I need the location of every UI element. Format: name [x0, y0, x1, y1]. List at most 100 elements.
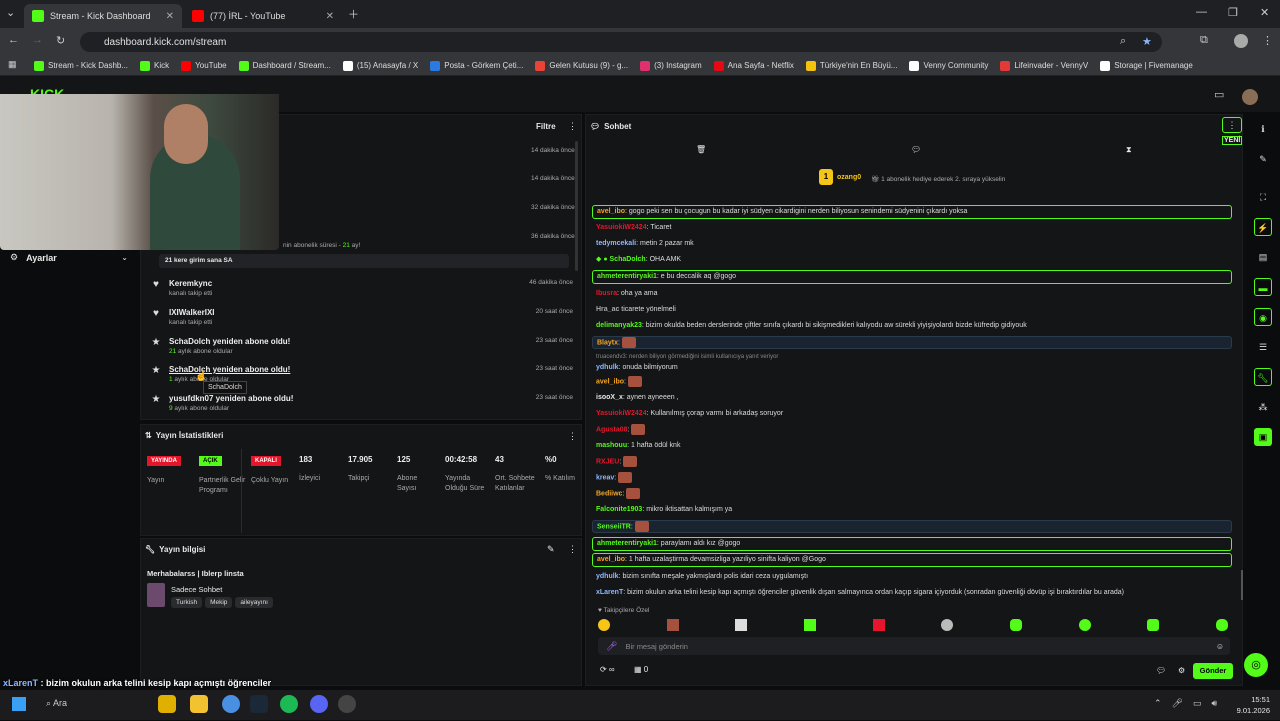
browser-menu-icon[interactable]: ⋮ [1262, 34, 1273, 47]
bookmark-item[interactable]: (15) Anasayfa / X [342, 60, 418, 71]
mic-icon[interactable]: 🎤︎ [606, 641, 617, 652]
emote-icon[interactable] [941, 619, 954, 631]
reload-icon[interactable]: ↻ [56, 34, 65, 47]
forward-icon[interactable]: → [32, 34, 43, 46]
document-icon[interactable]: ▤ [1254, 248, 1272, 266]
gear-icon[interactable]: ⚙ [1178, 666, 1185, 675]
chat-username[interactable]: Blaytx [597, 339, 618, 346]
bookmark-item[interactable]: (3) Instagram [640, 60, 702, 71]
chat-username[interactable]: ydhulk [596, 364, 619, 371]
tab-kick-dashboard[interactable]: Stream - Kick Dashboard ✕ [24, 4, 182, 28]
chat-username[interactable]: RXJEU [596, 458, 619, 465]
emoji-icon[interactable]: ☺ [1216, 642, 1224, 651]
crop-icon[interactable]: ⛶ [1254, 188, 1272, 206]
user-avatar[interactable] [1242, 89, 1258, 105]
emote-icon[interactable] [666, 619, 679, 631]
chrome-icon[interactable] [222, 695, 240, 713]
emote-icon[interactable] [803, 619, 816, 631]
settings-nav-item[interactable]: ⚙ Ayarlar ⌄ [10, 252, 128, 263]
chat-username[interactable]: Ibusra [596, 290, 617, 297]
tray-icons[interactable]: ⌃🎤︎▭🔊︎ [1154, 698, 1227, 709]
file-explorer-icon[interactable] [190, 695, 208, 713]
profile-avatar[interactable] [1234, 34, 1248, 48]
bookmark-star-icon[interactable]: ★ [1142, 35, 1152, 48]
emote-icon[interactable] [735, 619, 748, 631]
chat-username[interactable]: YasuiokiW2424 [596, 410, 647, 417]
extensions-icon[interactable]: ⧉ [1200, 34, 1208, 47]
bookmark-item[interactable]: Lifeinvader - VennyV [1000, 60, 1088, 71]
chat-username[interactable]: kreav [596, 474, 614, 481]
edit-pencil-icon[interactable]: ✎ [547, 544, 555, 555]
chat-icon[interactable]: ▬ [1254, 278, 1272, 296]
emote-icon[interactable] [1078, 619, 1091, 631]
obs-icon[interactable] [338, 695, 356, 713]
tag[interactable]: aileyayını [235, 597, 273, 608]
windows-start-icon[interactable] [12, 697, 26, 711]
bookmark-item[interactable]: Posta - Görkem Çeti... [430, 60, 523, 71]
window-close-icon[interactable]: ✕ [1260, 6, 1269, 19]
apps-grid-icon[interactable]: ▦ [8, 59, 17, 70]
chat-username[interactable]: isooX_x [596, 394, 623, 401]
bookmark-item[interactable]: Dashboard / Stream... [238, 60, 331, 71]
chat-username[interactable]: Agusta08 [596, 426, 628, 433]
scrollbar[interactable] [575, 141, 578, 271]
minimize-icon[interactable]: — [1196, 6, 1207, 18]
chat-input[interactable]: 🎤︎ Bir mesaj gönderin ☺ [598, 637, 1230, 655]
broadcast-icon[interactable]: ◉ [1254, 308, 1272, 326]
taskbar-search[interactable]: ⌕ Ara [46, 698, 67, 709]
tab-search-icon[interactable]: ⌄ [6, 6, 15, 19]
chat-username[interactable]: SenseiiTR [597, 523, 631, 530]
chat-username[interactable]: delimanyak23 [596, 322, 642, 329]
chat-username[interactable]: avel_ibo [597, 208, 625, 215]
chat-username[interactable]: SchaDolch [610, 256, 646, 263]
chat-username[interactable]: avel_ibo [597, 556, 625, 563]
nodes-icon[interactable]: ⁂ [1254, 398, 1272, 416]
close-tab-icon[interactable]: ✕ [166, 11, 174, 22]
chat-username[interactable]: Bediiwc [596, 490, 622, 497]
activity-menu-icon[interactable]: ⋮ [568, 121, 577, 132]
maximize-icon[interactable]: ❐ [1228, 6, 1238, 19]
new-menu-button[interactable]: ⋮ [1222, 117, 1242, 133]
chat-username[interactable]: ydhulk [596, 573, 619, 580]
bookmark-item[interactable]: Ana Sayfa - Netflix [713, 60, 794, 71]
emote-icon[interactable] [598, 619, 610, 631]
chat-username[interactable]: ahmeterentiryaki1 [597, 273, 657, 280]
stream-preview-icon[interactable]: ▭ [1214, 88, 1224, 101]
tag[interactable]: Mekip [205, 597, 233, 608]
spotify-icon[interactable] [280, 695, 298, 713]
tab-youtube[interactable]: (77) İRL - YouTube ✕ [184, 4, 342, 28]
taskbar-app-icon[interactable] [158, 695, 176, 713]
chat-username[interactable]: avel_ibo [596, 378, 624, 385]
bolt-icon[interactable]: ⚡ [1254, 218, 1272, 236]
steam-icon[interactable] [250, 695, 268, 713]
hourglass-icon[interactable]: ⧗ [1126, 145, 1132, 155]
support-chat-icon[interactable]: ◎ [1244, 653, 1268, 677]
discord-icon[interactable] [310, 695, 328, 713]
chat-username[interactable]: xLarenT [596, 589, 623, 596]
send-button[interactable]: Gönder [1193, 663, 1233, 679]
chat-username[interactable]: Falconite1903 [596, 506, 642, 513]
chat-scrollbar[interactable] [1241, 570, 1243, 600]
url-input[interactable]: dashboard.kick.com/stream ⌕ ★ [80, 32, 1162, 52]
emote-icon[interactable] [872, 619, 885, 631]
back-icon[interactable]: ← [8, 34, 19, 46]
wrench-icon[interactable]: 🔧︎ [1254, 368, 1272, 386]
bookmark-item[interactable]: Stream - Kick Dashb... [34, 60, 128, 71]
trash-icon[interactable]: 🗑︎ [696, 145, 706, 154]
info-icon[interactable]: ℹ [1254, 120, 1272, 138]
tag[interactable]: Turkish [171, 597, 203, 608]
bookmark-item[interactable]: Venny Community [909, 60, 988, 71]
pencil-icon[interactable]: ✎ [1254, 150, 1272, 168]
emote-icon[interactable] [1215, 619, 1228, 631]
chat-username[interactable]: ahmeterentiryaki1 [597, 540, 657, 547]
emote-icon[interactable] [1147, 619, 1160, 631]
info-menu-icon[interactable]: ⋮ [568, 544, 577, 555]
bookmark-item[interactable]: Kick [140, 60, 169, 71]
bookmark-item[interactable]: Türkiye'nin En Büyü... [805, 60, 897, 71]
users-icon[interactable]: ☰ [1254, 338, 1272, 356]
bookmark-item[interactable]: Storage | Fivemanage [1100, 60, 1193, 71]
zoom-icon[interactable]: ⌕ [1120, 35, 1126, 48]
filter-button[interactable]: Filtre [536, 122, 556, 131]
chat-settings-icon[interactable]: 💬︎ [1156, 666, 1166, 675]
bookmark-item[interactable]: Gelen Kutusu (9) - g... [535, 60, 628, 71]
